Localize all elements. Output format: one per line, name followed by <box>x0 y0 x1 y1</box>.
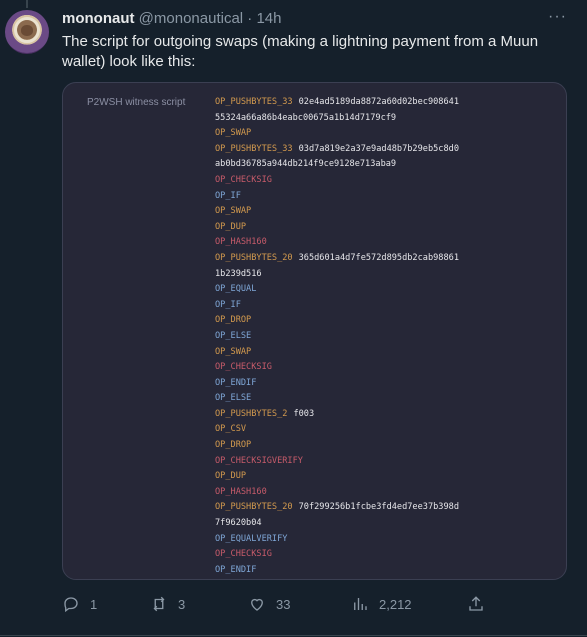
hex-argument: 70f299256b1fcbe3fd4ed7ee37b398d <box>298 502 459 513</box>
tweet-text: The script for outgoing swaps (making a … <box>62 33 539 70</box>
opcode: OP_IF <box>215 190 241 201</box>
hex-argument: 365d601a4d7fe572d895db2cab98861 <box>298 252 459 263</box>
like-button[interactable]: 33 <box>248 594 290 614</box>
more-options-icon[interactable]: ··· <box>548 8 567 26</box>
script-line: OP_HASH160 <box>215 235 550 251</box>
thread-connector-line <box>26 0 28 8</box>
script-listing: OP_PUSHBYTES_33 02e4ad5189da8872a60d02bec… <box>215 95 550 578</box>
opcode: OP_ELSE <box>215 330 252 341</box>
opcode: OP_ENDIF <box>215 377 257 388</box>
script-line: 1b239d516 <box>215 267 550 283</box>
opcode: OP_PUSHBYTES_33 <box>215 97 293 107</box>
script-line: OP_CHECKSIG <box>215 360 550 376</box>
hex-argument: ab0bd36785a944db214f9ce9128e713aba9 <box>215 159 397 170</box>
opcode: OP_PUSHBYTES_33 <box>215 143 293 154</box>
avatar[interactable] <box>5 10 49 54</box>
hex-argument: 1b239d516 <box>215 268 262 279</box>
script-line: OP_DROP <box>215 438 550 454</box>
script-line: OP_IF <box>215 298 550 314</box>
author-name[interactable]: mononaut <box>62 10 135 27</box>
code-image-card[interactable]: P2WSH witness script OP_PUSHBYTES_33 02e4… <box>62 82 567 580</box>
script-line: OP_ENDIF <box>215 376 550 392</box>
opcode: OP_IF <box>215 299 241 310</box>
script-line: OP_IF <box>215 189 550 205</box>
script-line: OP_PUSHBYTES_20 70f299256b1fcbe3fd4ed7ee3… <box>215 500 550 516</box>
opcode: OP_CHECKSIGVERIFY <box>215 455 303 466</box>
tweet-divider <box>0 635 587 636</box>
views-icon <box>354 598 367 610</box>
retweet-icon <box>153 596 165 612</box>
author-handle[interactable]: @mononautical <box>139 10 243 27</box>
opcode: OP_DROP <box>215 440 252 451</box>
script-line: 7f9620b04 <box>215 516 550 532</box>
code-card-label: P2WSH witness script <box>87 97 186 108</box>
opcode: OP_SWAP <box>215 206 252 217</box>
tweet-header: mononaut @mononautical · 14h <box>62 10 282 28</box>
opcode: OP_ENDIF <box>215 564 257 575</box>
opcode: OP_CSV <box>215 424 247 435</box>
hex-argument: 7f9620b04 <box>215 518 262 529</box>
heart-icon <box>251 598 263 611</box>
share-button[interactable] <box>467 594 485 614</box>
share-icon <box>469 596 483 611</box>
opcode: OP_EQUALVERIFY <box>215 533 288 544</box>
opcode: OP_PUSHBYTES_20 <box>215 502 293 513</box>
script-line: ab0bd36785a944db214f9ce9128e713aba9 <box>215 157 550 173</box>
opcode: OP_DUP <box>215 221 247 232</box>
opcode: OP_CHECKSIG <box>215 362 272 373</box>
script-line: 55324a66a86b4eabc00675a1b14d7179cf9 <box>215 111 550 127</box>
opcode: OP_PUSHBYTES_2 <box>215 408 288 419</box>
hex-argument: 03d7a819e2a37e9ad48b7b29eb5c8d0 <box>298 143 459 154</box>
views-button[interactable]: 2,212 <box>351 594 412 614</box>
script-line: OP_DUP <box>215 469 550 485</box>
retweet-count: 3 <box>178 596 186 612</box>
script-line: OP_PUSHBYTES_2 f003 <box>215 407 550 423</box>
opcode: OP_CHECKSIG <box>215 549 272 560</box>
script-line: OP_HASH160 <box>215 485 550 501</box>
reply-icon <box>64 597 78 613</box>
header-separator: · <box>247 10 253 27</box>
hex-argument: 55324a66a86b4eabc00675a1b14d7179cf9 <box>215 112 397 123</box>
opcode: OP_EQUAL <box>215 284 257 295</box>
like-count: 33 <box>276 596 291 612</box>
script-line: OP_ENDIF <box>215 563 550 579</box>
tweet-timestamp[interactable]: 14h <box>256 10 281 27</box>
retweet-button[interactable]: 3 <box>150 594 185 614</box>
views-count: 2,212 <box>379 596 412 612</box>
reply-count: 1 <box>90 596 98 612</box>
reply-button[interactable]: 1 <box>62 594 97 614</box>
script-line: OP_ELSE <box>215 329 550 345</box>
tweet-actions-bar: 1 3 33 2,212 <box>62 594 542 614</box>
script-line: OP_PUSHBYTES_33 02e4ad5189da8872a60d02bec… <box>215 95 550 111</box>
hex-argument: f003 <box>293 408 315 419</box>
opcode: OP_HASH160 <box>215 237 267 248</box>
opcode: OP_PUSHBYTES_20 <box>215 252 293 263</box>
avatar-face <box>21 25 33 36</box>
script-line: OP_PUSHBYTES_33 03d7a819e2a37e9ad48b7b29e… <box>215 142 550 158</box>
script-line: OP_EQUALVERIFY <box>215 532 550 548</box>
script-line: OP_CHECKSIG <box>215 173 550 189</box>
script-line: OP_CHECKSIGVERIFY <box>215 454 550 470</box>
script-line: OP_DUP <box>215 220 550 236</box>
script-line: OP_SWAP <box>215 126 550 142</box>
script-line: OP_ELSE <box>215 391 550 407</box>
script-line: OP_SWAP <box>215 345 550 361</box>
hex-argument: 02e4ad5189da8872a60d02bec908641 <box>298 97 459 107</box>
script-line: OP_SWAP <box>215 204 550 220</box>
script-line: OP_CHECKSIG <box>215 547 550 563</box>
opcode: OP_HASH160 <box>215 486 267 497</box>
script-line: OP_PUSHBYTES_20 365d601a4d7fe572d895db2ca… <box>215 251 550 267</box>
opcode: OP_CHECKSIG <box>215 174 272 185</box>
opcode: OP_DROP <box>215 315 252 326</box>
opcode: OP_DUP <box>215 471 247 482</box>
script-line: OP_EQUAL <box>215 282 550 298</box>
opcode: OP_SWAP <box>215 346 252 357</box>
opcode: OP_ELSE <box>215 393 252 404</box>
opcode: OP_SWAP <box>215 128 252 139</box>
script-line: OP_CSV <box>215 422 550 438</box>
script-line: OP_DROP <box>215 313 550 329</box>
